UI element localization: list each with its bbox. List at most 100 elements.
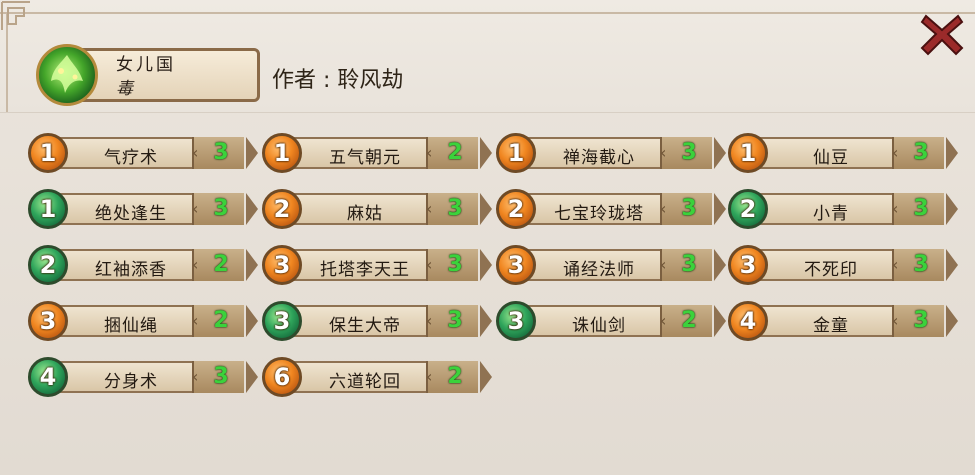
- card-name: 红袖添香: [95, 260, 167, 280]
- deck-card[interactable]: ‹ 1 禅海截心 3: [496, 133, 726, 173]
- card-count: 2: [213, 252, 229, 277]
- deck-card[interactable]: ‹ 3 托塔李天王 3: [262, 245, 492, 285]
- chevron-left-icon: ‹: [192, 255, 199, 274]
- card-cost-orb: 3: [496, 245, 536, 285]
- deck-card[interactable]: ‹ 3 诵经法师 3: [496, 245, 726, 285]
- card-count: 3: [913, 196, 929, 221]
- card-name: 金童: [813, 316, 849, 336]
- card-cost-orb: 3: [728, 245, 768, 285]
- chevron-left-icon: ‹: [892, 199, 899, 218]
- card-count: 2: [213, 308, 229, 333]
- deck-card[interactable]: ‹ 2 红袖添香 2: [28, 245, 258, 285]
- card-count: 3: [681, 252, 697, 277]
- card-count: 3: [447, 308, 463, 333]
- card-count: 3: [913, 140, 929, 165]
- chevron-left-icon: ‹: [892, 255, 899, 274]
- chevron-left-icon: ‹: [426, 367, 433, 386]
- close-x-icon: [920, 14, 964, 56]
- card-cost-orb: 1: [28, 133, 68, 173]
- card-cost-orb: 2: [728, 189, 768, 229]
- card-arrow-icon: [246, 193, 258, 225]
- card-arrow-icon: [246, 305, 258, 337]
- card-name: 六道轮回: [329, 372, 401, 392]
- card-count: 2: [681, 308, 697, 333]
- card-name: 五气朝元: [329, 148, 401, 168]
- close-button[interactable]: [918, 10, 966, 58]
- deck-card[interactable]: ‹ 3 保生大帝 3: [262, 301, 492, 341]
- card-arrow-icon: [480, 193, 492, 225]
- chevron-left-icon: ‹: [426, 255, 433, 274]
- card-cost-orb: 2: [496, 189, 536, 229]
- card-arrow-icon: [246, 361, 258, 393]
- deck-card[interactable]: ‹ 1 仙豆 3: [728, 133, 958, 173]
- deck-card[interactable]: ‹ 3 捆仙绳 2: [28, 301, 258, 341]
- hero-portrait-icon: [36, 44, 98, 106]
- card-arrow-icon: [480, 361, 492, 393]
- card-name: 不死印: [804, 260, 858, 280]
- card-arrow-icon: [946, 137, 958, 169]
- deck-card[interactable]: ‹ 1 五气朝元 2: [262, 133, 492, 173]
- chevron-left-icon: ‹: [192, 367, 199, 386]
- card-cost-orb: 1: [28, 189, 68, 229]
- card-count: 3: [447, 196, 463, 221]
- card-cost-orb: 3: [496, 301, 536, 341]
- card-cost-orb: 1: [496, 133, 536, 173]
- deck-card[interactable]: ‹ 3 诛仙剑 2: [496, 301, 726, 341]
- deck-card[interactable]: ‹ 2 小青 3: [728, 189, 958, 229]
- card-name: 绝处逢生: [95, 204, 167, 224]
- chevron-left-icon: ‹: [660, 143, 667, 162]
- deck-card[interactable]: ‹ 2 麻姑 3: [262, 189, 492, 229]
- chevron-left-icon: ‹: [892, 143, 899, 162]
- card-arrow-icon: [714, 249, 726, 281]
- card-cost-orb: 2: [262, 189, 302, 229]
- deck-panel: 女儿国 毒 作者 : 聆风劫 ‹ 1 气疗术 3 ‹ 1 五气朝元 2 ‹ 1 禅海截心 3 ‹ 1 仙豆 3…: [0, 0, 975, 475]
- card-cost-orb: 2: [28, 245, 68, 285]
- card-count: 3: [213, 140, 229, 165]
- chevron-left-icon: ‹: [660, 199, 667, 218]
- deck-card[interactable]: ‹ 2 七宝玲珑塔 3: [496, 189, 726, 229]
- card-name: 小青: [813, 204, 849, 224]
- card-count: 3: [447, 252, 463, 277]
- chevron-left-icon: ‹: [192, 199, 199, 218]
- card-cost-orb: 6: [262, 357, 302, 397]
- author-label: 作者 : 聆风劫: [272, 68, 404, 93]
- chevron-left-icon: ‹: [192, 311, 199, 330]
- deck-card[interactable]: ‹ 6 六道轮回 2: [262, 357, 492, 397]
- hero-card: 女儿国 毒: [36, 44, 262, 106]
- card-arrow-icon: [714, 305, 726, 337]
- card-arrow-icon: [480, 305, 492, 337]
- card-cost-orb: 1: [728, 133, 768, 173]
- card-arrow-icon: [246, 249, 258, 281]
- hero-name: 女儿国: [116, 55, 176, 75]
- chevron-left-icon: ‹: [660, 255, 667, 274]
- card-arrow-icon: [480, 137, 492, 169]
- card-count: 3: [913, 308, 929, 333]
- deck-card[interactable]: ‹ 4 分身术 3: [28, 357, 258, 397]
- chevron-left-icon: ‹: [426, 143, 433, 162]
- hero-type: 毒: [116, 79, 136, 99]
- card-name: 托塔李天王: [320, 260, 410, 280]
- card-cost-orb: 1: [262, 133, 302, 173]
- deck-card[interactable]: ‹ 4 金童 3: [728, 301, 958, 341]
- card-arrow-icon: [714, 193, 726, 225]
- card-name: 捆仙绳: [104, 316, 158, 336]
- card-count: 2: [447, 140, 463, 165]
- card-count: 3: [681, 140, 697, 165]
- card-count: 3: [213, 364, 229, 389]
- card-cost-orb: 4: [728, 301, 768, 341]
- card-name: 麻姑: [347, 204, 383, 224]
- deck-card[interactable]: ‹ 3 不死印 3: [728, 245, 958, 285]
- card-cost-orb: 3: [28, 301, 68, 341]
- card-name: 分身术: [104, 372, 158, 392]
- chevron-left-icon: ‹: [426, 311, 433, 330]
- card-arrow-icon: [946, 193, 958, 225]
- chevron-left-icon: ‹: [892, 311, 899, 330]
- deck-card[interactable]: ‹ 1 气疗术 3: [28, 133, 258, 173]
- card-name: 保生大帝: [329, 316, 401, 336]
- card-arrow-icon: [946, 249, 958, 281]
- card-cost-orb: 4: [28, 357, 68, 397]
- deck-card[interactable]: ‹ 1 绝处逢生 3: [28, 189, 258, 229]
- chevron-left-icon: ‹: [660, 311, 667, 330]
- card-count: 3: [213, 196, 229, 221]
- chevron-left-icon: ‹: [192, 143, 199, 162]
